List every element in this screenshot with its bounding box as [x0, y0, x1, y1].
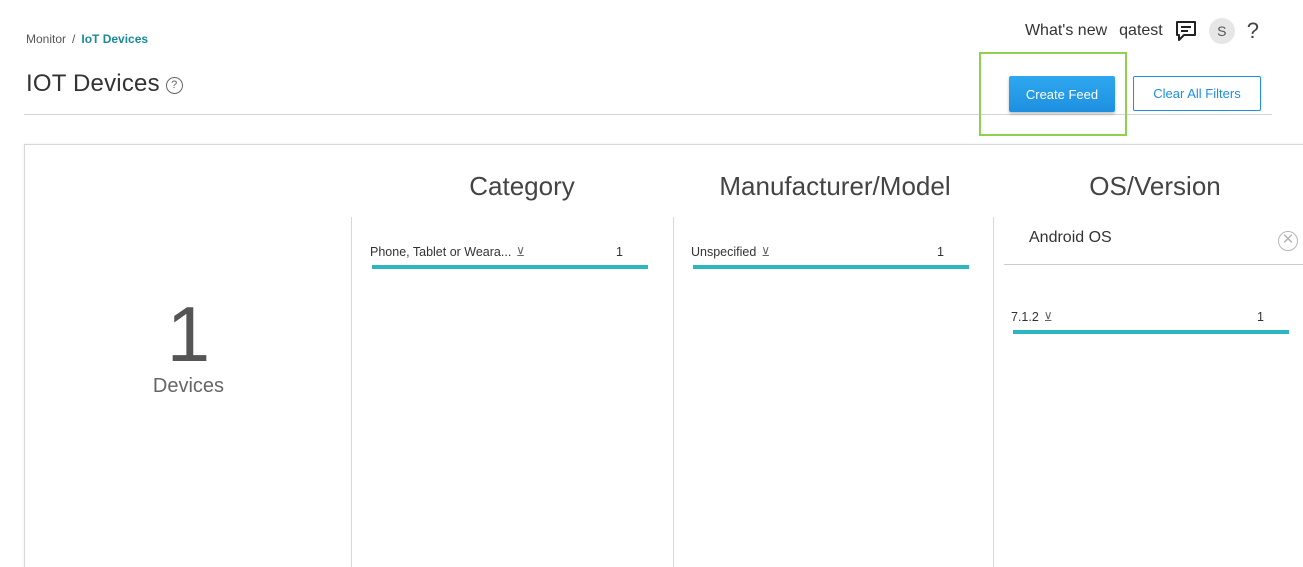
avatar[interactable]: S — [1208, 18, 1235, 44]
facet-count: 1 — [616, 245, 623, 259]
whats-new-link[interactable]: What's new — [1025, 22, 1107, 40]
clear-all-filters-button[interactable]: Clear All Filters — [1133, 76, 1261, 111]
category-facet-item[interactable]: Phone, Tablet or Weara... ⊻ 1 — [370, 245, 648, 273]
facet-count: 1 — [1257, 310, 1264, 324]
dashboard-panel: 1 Devices Category Manufacturer/Model OS… — [24, 144, 1303, 567]
os-group-title: Android OS — [1029, 229, 1112, 246]
help-icon[interactable]: ? — [1247, 20, 1259, 42]
top-right-toolbar: What's new qatest S ? — [1025, 18, 1259, 44]
device-count-label: Devices — [152, 375, 225, 397]
filter-icon[interactable]: ⊻ — [761, 245, 770, 259]
facet-label: Unspecified — [691, 245, 757, 259]
device-summary: 1 Devices — [25, 295, 352, 398]
breadcrumb: Monitor / IoT Devices — [26, 32, 148, 46]
facet-bar — [1013, 330, 1289, 334]
page-title: IOT Devices? — [26, 70, 183, 98]
category-heading: Category — [469, 171, 575, 201]
column-divider — [993, 217, 994, 567]
device-count: 1 — [166, 290, 211, 378]
facet-label: Phone, Tablet or Weara... — [370, 245, 512, 259]
facet-bar — [693, 265, 969, 269]
create-feed-button[interactable]: Create Feed — [1009, 76, 1115, 112]
manufacturer-heading: Manufacturer/Model — [719, 171, 951, 201]
iot-devices-page: Monitor / IoT Devices IOT Devices? What's … — [0, 0, 1303, 567]
feedback-icon[interactable] — [1175, 20, 1197, 42]
breadcrumb-separator: / — [72, 32, 76, 46]
facet-bar — [372, 265, 648, 269]
clear-filter-icon[interactable]: ✕ — [1278, 231, 1298, 251]
os-version-facet-item[interactable]: 7.1.2 ⊻ 1 — [1011, 310, 1291, 338]
filter-icon[interactable]: ⊻ — [1044, 310, 1053, 324]
column-divider — [351, 217, 352, 567]
question-circle-icon[interactable]: ? — [165, 77, 183, 94]
page-title-text: IOT Devices — [26, 70, 160, 97]
os-group-divider — [1004, 264, 1303, 265]
filter-icon[interactable]: ⊻ — [516, 245, 525, 259]
os-version-heading: OS/Version — [1089, 171, 1221, 201]
manufacturer-facet-item[interactable]: Unspecified ⊻ 1 — [691, 245, 971, 273]
facet-count: 1 — [937, 245, 944, 259]
column-divider — [673, 217, 674, 567]
facet-label: 7.1.2 — [1011, 310, 1039, 324]
user-name[interactable]: qatest — [1119, 22, 1163, 40]
breadcrumb-monitor[interactable]: Monitor — [26, 32, 66, 46]
breadcrumb-current: IoT Devices — [81, 32, 149, 46]
